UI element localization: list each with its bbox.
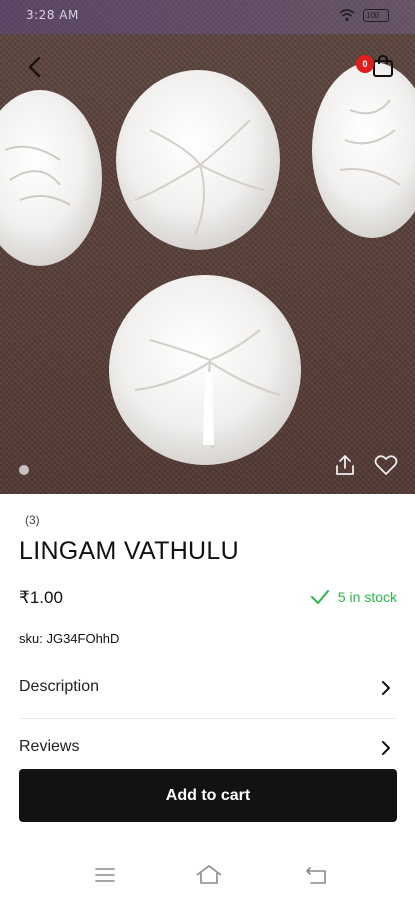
nav-menu-button[interactable]: [92, 862, 118, 888]
battery-icon: 100: [363, 9, 389, 22]
product-sku: sku: JG34FOhhD: [19, 631, 120, 646]
stock-text: 5 in stock: [337, 589, 397, 605]
nav-back-button[interactable]: [303, 862, 329, 888]
home-icon: [196, 865, 222, 884]
product-price: ₹1.00: [19, 588, 63, 607]
description-label: Description: [19, 678, 100, 695]
description-row[interactable]: Description: [19, 668, 397, 708]
rating-count[interactable]: (3): [25, 513, 40, 527]
share-icon: [336, 455, 354, 475]
product-title: LINGAM VATHULU: [19, 537, 239, 565]
wifi-icon: [339, 9, 355, 22]
product-photo: [0, 62, 415, 465]
check-icon: [310, 590, 329, 604]
reviews-row[interactable]: Reviews: [19, 735, 397, 757]
back-arrow-icon: [28, 56, 41, 78]
heart-icon: [374, 455, 398, 475]
reviews-row-clip: Reviews: [0, 735, 415, 757]
product-image[interactable]: 3:28 AM 100 0: [0, 0, 415, 494]
wishlist-button[interactable]: [374, 454, 398, 476]
section-divider: [19, 718, 397, 719]
stock-status: 5 in stock: [310, 589, 397, 605]
back-button[interactable]: [20, 52, 50, 82]
nav-home-button[interactable]: [195, 862, 222, 888]
back-nav-icon: [306, 867, 326, 884]
system-nav-bar: [0, 850, 415, 900]
status-bar: 3:28 AM 100: [0, 0, 415, 34]
chevron-right-icon: [382, 681, 390, 695]
status-time: 3:28 AM: [26, 8, 79, 22]
reviews-label: Reviews: [19, 738, 80, 755]
chevron-right-icon: [382, 741, 390, 755]
share-button[interactable]: [334, 453, 356, 477]
menu-icon: [95, 868, 115, 882]
battery-level: 100: [366, 11, 380, 20]
gallery-indicator-dot[interactable]: [19, 465, 29, 475]
cart-count-badge: 0: [356, 55, 374, 73]
add-to-cart-button[interactable]: Add to cart: [19, 769, 397, 822]
